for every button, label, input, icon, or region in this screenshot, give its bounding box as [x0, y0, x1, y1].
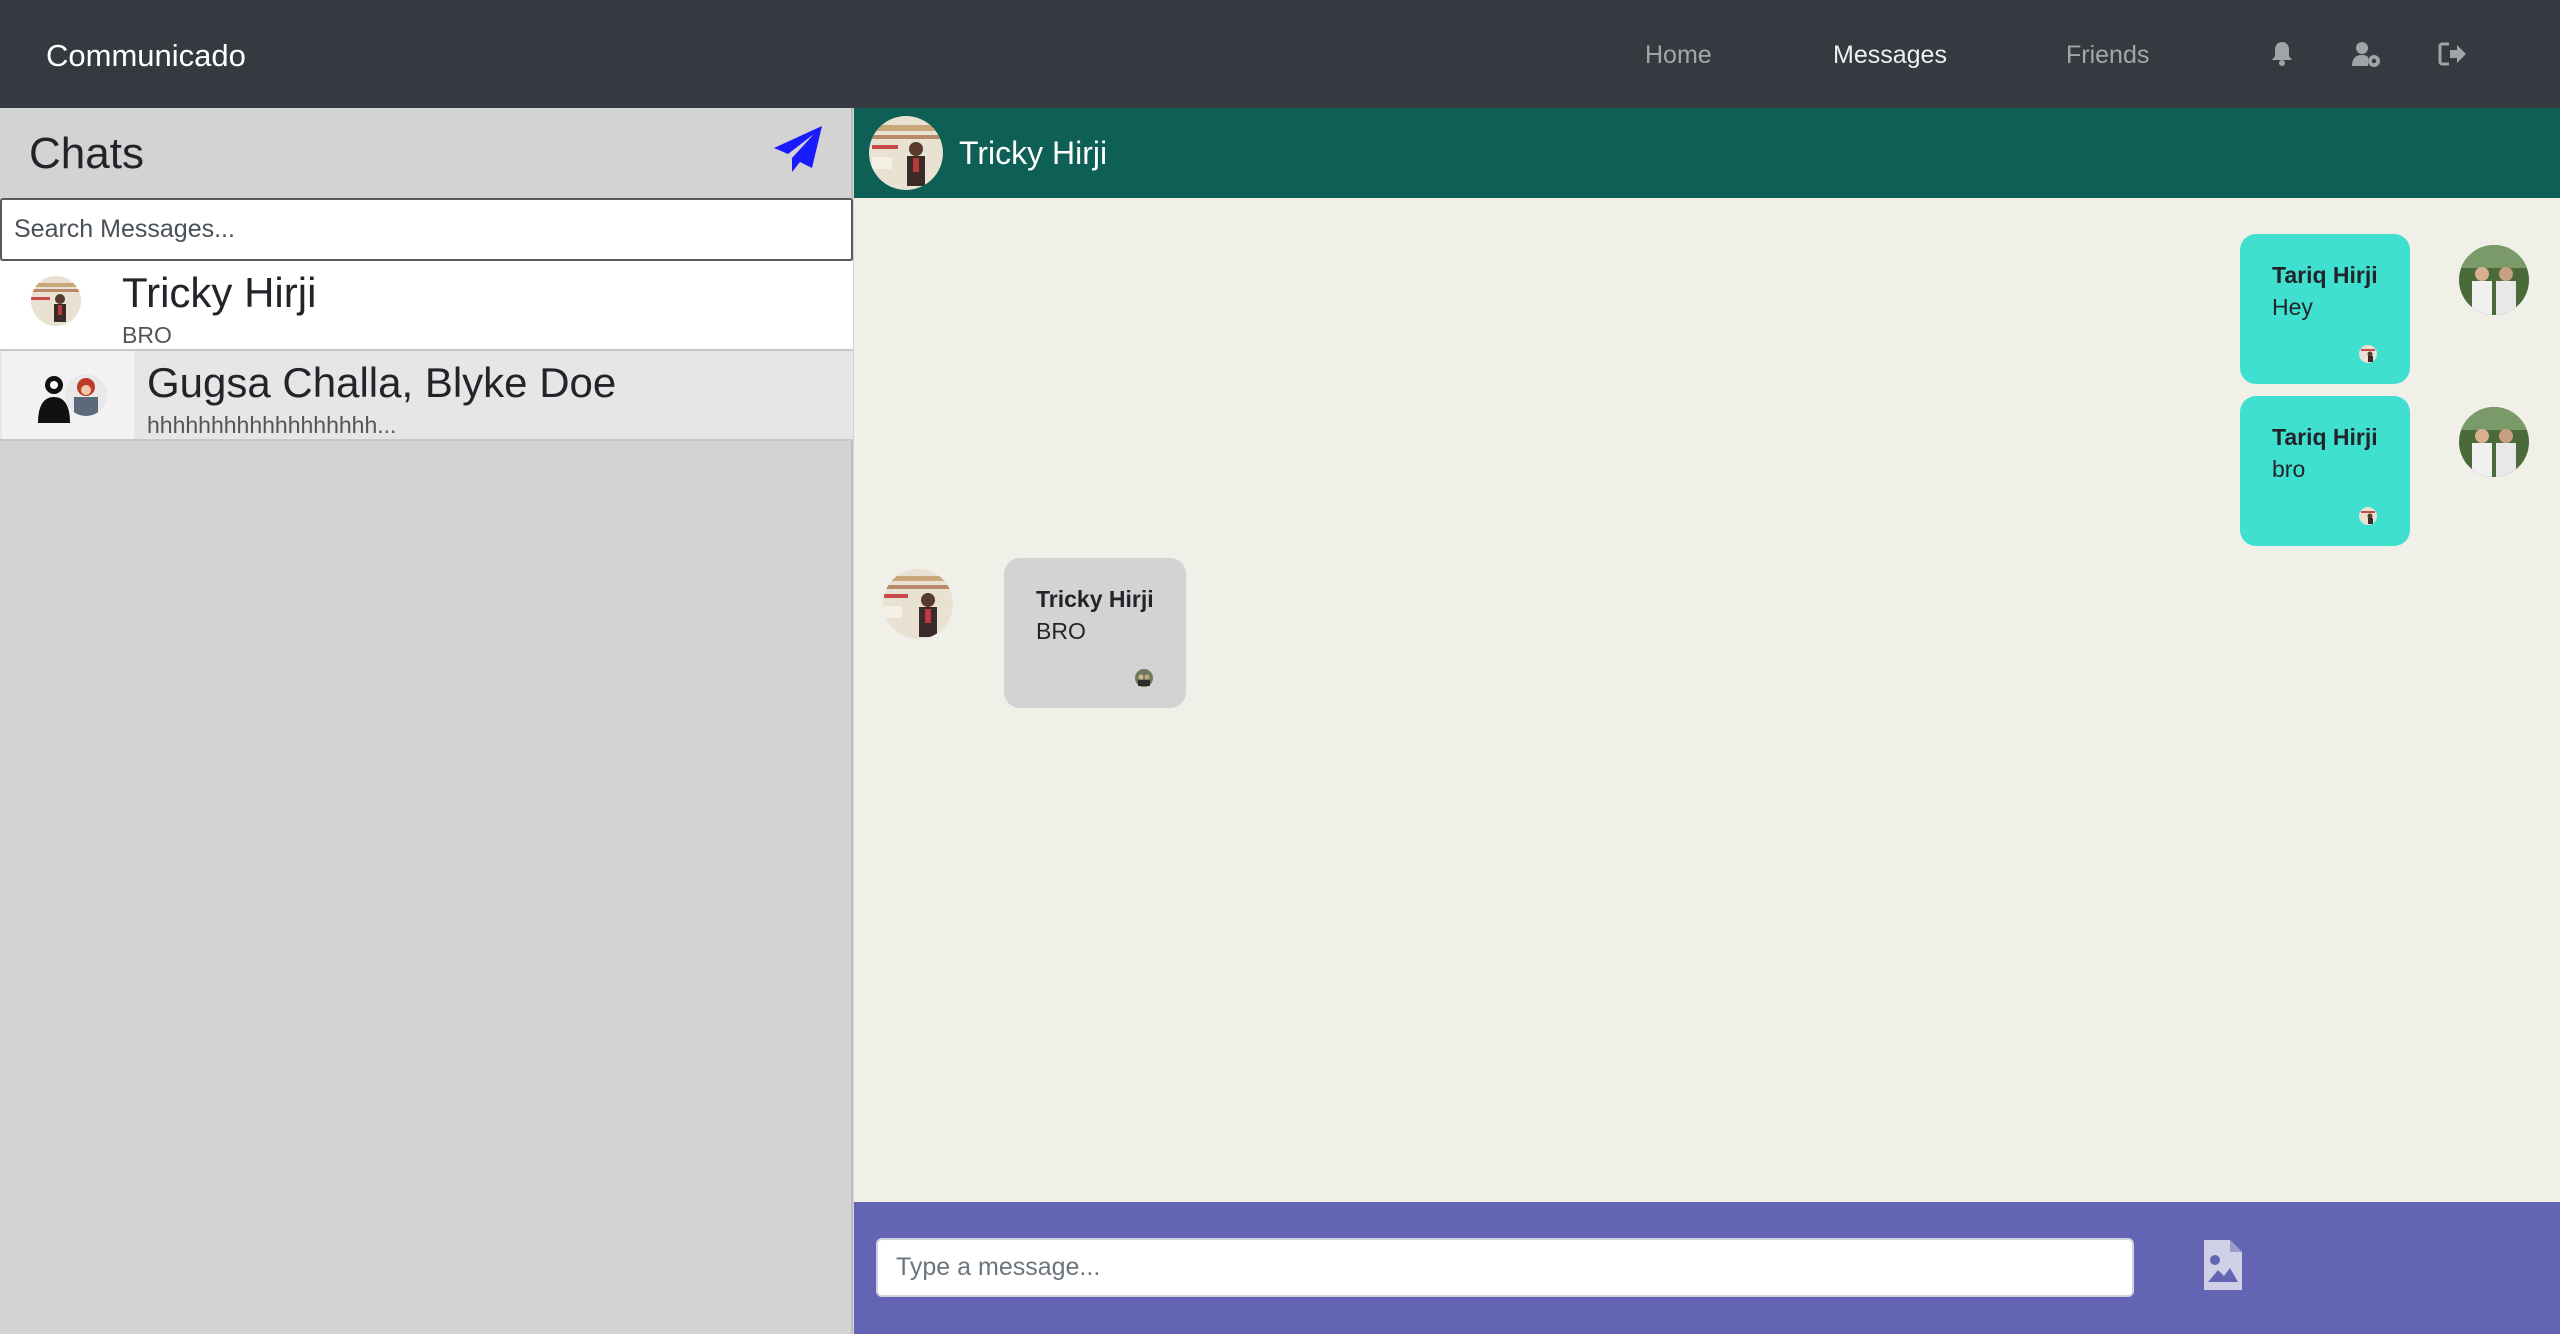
paper-plane-icon[interactable] [770, 122, 826, 178]
avatar [65, 374, 107, 416]
read-receipt-avatar [2359, 345, 2377, 363]
message-sender: Tariq Hirji [2272, 424, 2378, 450]
bell-icon[interactable] [2266, 38, 2298, 70]
nav-messages-link[interactable]: Messages [1833, 36, 1947, 74]
sign-out-icon[interactable] [2437, 38, 2469, 70]
nav-home-link[interactable]: Home [1645, 36, 1712, 74]
chats-sidebar: Chats Tricky Hirji BRO [0, 108, 853, 1334]
avatar [883, 569, 953, 639]
chat-avatar-container [2, 351, 134, 439]
chats-title: Chats [29, 129, 144, 178]
message-sender: Tricky Hirji [1036, 586, 1154, 612]
chat-list-item[interactable]: Gugsa Challa, Blyke Doe hhhhhhhhhhhhhhhh… [0, 351, 853, 441]
read-receipt-avatar [1135, 669, 1153, 687]
chat-name: Gugsa Challa, Blyke Doe [147, 359, 617, 406]
chat-avatar-container [2, 261, 108, 349]
message-composer [854, 1202, 2560, 1334]
avatar [2459, 407, 2529, 477]
file-image-icon[interactable] [2202, 1238, 2244, 1292]
chat-name: Tricky Hirji [122, 269, 317, 316]
message-bubble: Tariq Hirji bro [2240, 396, 2410, 546]
message-text: Hey [2272, 294, 2313, 320]
avatar [869, 116, 943, 190]
avatar [2459, 245, 2529, 315]
read-receipt-avatar [2359, 507, 2377, 525]
message-bubble: Tariq Hirji Hey [2240, 234, 2410, 384]
nav-friends-link[interactable]: Friends [2066, 36, 2149, 74]
top-navbar: Communicado Home Messages Friends [0, 0, 2560, 108]
search-messages-input[interactable] [0, 198, 853, 261]
message-text: BRO [1036, 618, 1086, 644]
chat-preview: hhhhhhhhhhhhhhhhhh... [147, 412, 397, 438]
chat-header: Tricky Hirji [854, 108, 2560, 198]
user-gear-icon[interactable] [2350, 38, 2382, 70]
message-sender: Tariq Hirji [2272, 262, 2378, 288]
chat-preview: BRO [122, 322, 172, 348]
chat-list-item[interactable]: Tricky Hirji BRO [0, 261, 853, 351]
brand-logo[interactable]: Communicado [46, 36, 246, 76]
message-input[interactable] [876, 1238, 2134, 1297]
message-text: bro [2272, 456, 2306, 482]
message-bubble: Tricky Hirji BRO [1004, 558, 1186, 708]
chat-panel: Tricky Hirji Tariq Hirji Hey Tariq Hirji… [854, 108, 2560, 1334]
chat-header-name: Tricky Hirji [959, 135, 1108, 171]
avatar [31, 276, 81, 326]
